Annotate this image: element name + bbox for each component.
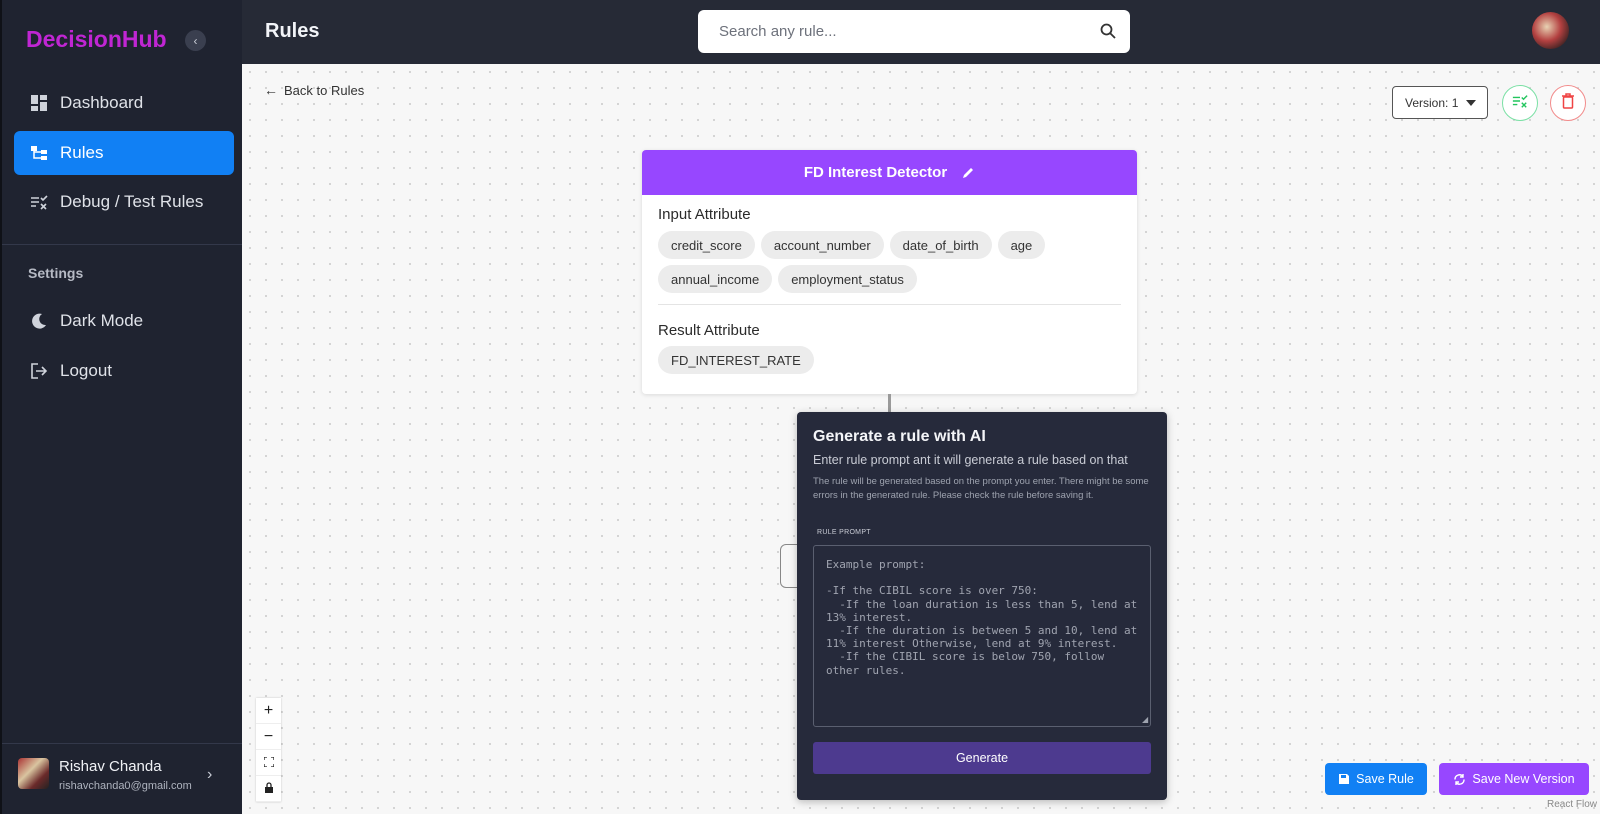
save-rule-label: Save Rule (1356, 772, 1414, 786)
node-connector-edge (888, 394, 891, 412)
zoom-controls: + − (256, 698, 281, 802)
ai-generate-panel: Generate a rule with AI Enter rule promp… (797, 412, 1167, 800)
version-label: Version: 1 (1405, 95, 1459, 110)
fit-view-button[interactable] (256, 750, 281, 776)
flow-canvas[interactable]: ← Back to Rules Version: 1 FD Interest D… (242, 64, 1600, 814)
top-header: Rules (242, 0, 1600, 64)
resize-handle-icon[interactable]: ◢ (1142, 715, 1148, 724)
fullscreen-icon (262, 754, 275, 772)
chevron-right-icon[interactable]: › (207, 766, 212, 784)
dashboard-icon (30, 94, 48, 112)
logout-icon (30, 362, 48, 380)
react-flow-attribution[interactable]: React Flow (1547, 799, 1597, 810)
avatar (18, 758, 49, 789)
input-attribute-list: credit_score account_number date_of_birt… (658, 231, 1128, 293)
attribute-chip: age (997, 231, 1046, 259)
sidebar-collapse-button[interactable]: ‹ (185, 30, 206, 51)
back-to-rules-link[interactable]: ← Back to Rules (264, 82, 364, 98)
sidebar: DecisionHub ‹ Dashboard Rules Debug / Te… (0, 0, 242, 814)
rules-flow-icon (30, 144, 48, 162)
zoom-in-button[interactable]: + (256, 698, 281, 724)
save-icon (1338, 773, 1350, 785)
zoom-out-button[interactable]: − (256, 724, 281, 750)
debug-test-icon (30, 193, 48, 211)
delete-rule-button[interactable] (1550, 85, 1586, 121)
caret-down-icon (1466, 99, 1477, 106)
back-link-label: Back to Rules (284, 82, 365, 98)
moon-icon (30, 312, 48, 330)
sidebar-item-label: Logout (60, 361, 112, 380)
sidebar-item-label: Rules (60, 143, 104, 162)
settings-heading: Settings (28, 265, 84, 281)
refresh-icon (1453, 773, 1466, 786)
ai-panel-note: The rule will be generated based on the … (813, 476, 1149, 501)
sidebar-item-label: Dashboard (60, 93, 144, 112)
ai-panel-subtitle: Enter rule prompt ant it will generate a… (813, 453, 1128, 467)
result-attribute-list: FD_INTEREST_RATE (658, 346, 1128, 374)
lock-icon (264, 780, 274, 798)
sidebar-item-label: Dark Mode (60, 311, 144, 330)
sidebar-item-label: Debug / Test Rules (60, 192, 204, 211)
avatar[interactable] (1532, 12, 1569, 49)
ai-panel-title: Generate a rule with AI (813, 428, 986, 445)
attribute-chip: credit_score (658, 231, 755, 259)
sidebar-item-dark-mode[interactable]: Dark Mode (14, 299, 234, 343)
user-name: Rishav Chanda (59, 758, 162, 775)
sidebar-divider (2, 244, 242, 245)
rule-prompt-input[interactable] (813, 545, 1151, 727)
user-email: rishavchanda0@gmail.com (59, 780, 192, 792)
save-new-version-label: Save New Version (1472, 772, 1575, 786)
debug-test-icon (1512, 93, 1528, 114)
minus-icon: − (263, 727, 274, 745)
version-select[interactable]: Version: 1 (1392, 86, 1488, 119)
test-rule-button[interactable] (1502, 85, 1538, 121)
chevron-left-icon: ‹ (193, 33, 198, 48)
card-divider (658, 304, 1121, 305)
attribute-chip: account_number (760, 231, 884, 259)
input-attribute-title: Input Attribute (658, 206, 751, 223)
search-input[interactable] (698, 10, 1088, 53)
save-new-version-button[interactable]: Save New Version (1439, 763, 1589, 795)
rule-node-card[interactable]: FD Interest Detector Input Attribute cre… (642, 150, 1137, 394)
search-bar[interactable] (698, 10, 1130, 53)
sidebar-item-debug-test-rules[interactable]: Debug / Test Rules (14, 180, 234, 224)
page-title: Rules (265, 20, 320, 42)
brand-logo[interactable]: DecisionHub (26, 26, 167, 53)
plus-icon: + (263, 701, 274, 719)
attribute-chip: date_of_birth (889, 231, 992, 259)
rule-card-header: FD Interest Detector (642, 150, 1137, 195)
generate-button[interactable]: Generate (813, 742, 1151, 774)
sidebar-item-dashboard[interactable]: Dashboard (14, 81, 234, 125)
user-profile[interactable]: Rishav Chanda rishavchanda0@gmail.com › (2, 743, 242, 814)
attribute-chip: annual_income (658, 265, 773, 293)
attribute-chip: FD_INTEREST_RATE (658, 346, 814, 374)
pencil-icon[interactable] (961, 166, 975, 180)
sidebar-item-logout[interactable]: Logout (14, 349, 234, 393)
lock-button[interactable] (256, 776, 281, 802)
trash-icon (1561, 92, 1575, 114)
save-rule-button[interactable]: Save Rule (1325, 763, 1427, 795)
rule-prompt-label: RULE PROMPT (817, 529, 871, 536)
sidebar-item-rules[interactable]: Rules (14, 131, 234, 175)
search-icon[interactable] (1100, 23, 1116, 44)
rule-name: FD Interest Detector (803, 164, 948, 181)
attribute-chip: employment_status (778, 265, 917, 293)
arrow-left-icon: ← (264, 82, 278, 98)
result-attribute-title: Result Attribute (658, 322, 760, 339)
